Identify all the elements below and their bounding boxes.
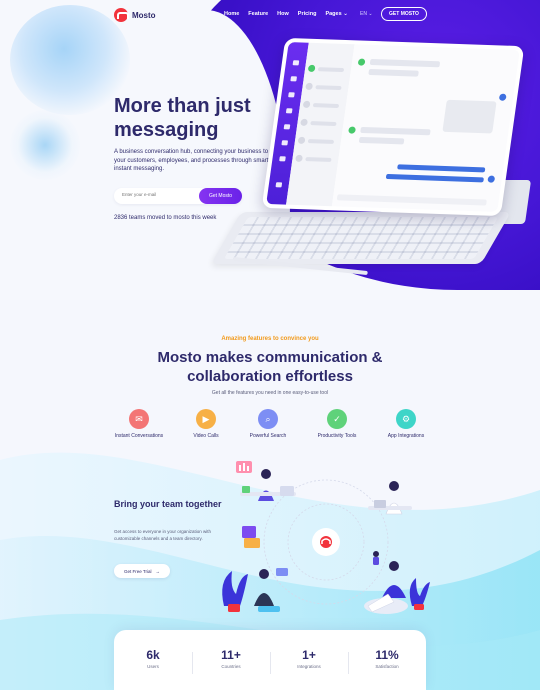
hero-title: More than just messaging bbox=[114, 95, 251, 141]
stat-label: Integrations bbox=[297, 664, 321, 669]
stat-satisfaction: 11% Satisfaction bbox=[348, 648, 426, 669]
stat-value: 6k bbox=[146, 648, 160, 662]
chevron-down-icon: ⌄ bbox=[368, 11, 373, 17]
nav-link-pages-label: Pages bbox=[325, 11, 342, 17]
nav-link-feature[interactable]: Feature bbox=[248, 11, 268, 17]
features-title: Mosto makes communication & collaboratio… bbox=[157, 349, 383, 385]
stat-users: 6k Users bbox=[114, 648, 192, 669]
chevron-down-icon: ⌄ bbox=[343, 11, 348, 17]
nav-links: Home Feature How Pricing Pages ⌄ bbox=[224, 11, 348, 17]
email-signup-form: Get Mosto bbox=[114, 188, 242, 204]
feature-video-calls[interactable]: ▶ Video Calls bbox=[174, 409, 238, 439]
team-title: Bring your team together bbox=[114, 499, 222, 509]
features-subtitle: Get all the features you need in one eas… bbox=[211, 390, 329, 396]
top-nav: Mosto Home Feature How Pricing Pages ⌄ E… bbox=[0, 0, 540, 30]
email-input[interactable] bbox=[122, 192, 192, 197]
stat-value: 1+ bbox=[302, 648, 316, 662]
teams-moved-note: 2836 teams moved to mosto this week bbox=[114, 215, 217, 221]
nav-link-pricing[interactable]: Pricing bbox=[298, 11, 317, 17]
video-icon: ▶ bbox=[196, 409, 216, 429]
integration-icon: ⚙ bbox=[396, 409, 416, 429]
get-mosto-nav-button[interactable]: GET MOSTO bbox=[381, 7, 427, 21]
brand-logo[interactable]: Mosto bbox=[114, 8, 156, 22]
decor-bubble bbox=[10, 110, 80, 180]
features-eyebrow: Amazing features to convince you bbox=[221, 336, 319, 342]
chat-icon: ✉ bbox=[129, 409, 149, 429]
feature-label: Video Calls bbox=[193, 433, 219, 439]
get-mosto-button[interactable]: Get Mosto bbox=[199, 188, 242, 204]
feature-list: ✉ Instant Conversations ▶ Video Calls ⌕ … bbox=[110, 409, 430, 449]
feature-productivity-tools[interactable]: ✓ Productivity Tools bbox=[305, 409, 369, 439]
brand-name: Mosto bbox=[132, 10, 156, 20]
stat-value: 11% bbox=[375, 648, 399, 662]
stat-label: Countries bbox=[221, 664, 241, 669]
feature-label: Instant Conversations bbox=[114, 433, 164, 439]
feature-app-integrations[interactable]: ⚙ App Integrations bbox=[374, 409, 438, 439]
tools-icon: ✓ bbox=[327, 409, 347, 429]
feature-powerful-search[interactable]: ⌕ Powerful Search bbox=[236, 409, 300, 439]
hero-description: A business conversation hub, connecting … bbox=[114, 149, 269, 172]
feature-instant-conversations[interactable]: ✉ Instant Conversations bbox=[107, 409, 171, 439]
stat-integrations: 1+ Integrations bbox=[270, 648, 348, 669]
stat-countries: 11+ Countries bbox=[192, 648, 270, 669]
language-label: EN bbox=[360, 11, 367, 17]
language-selector[interactable]: EN ⌄ bbox=[360, 11, 373, 17]
feature-label: Powerful Search bbox=[249, 433, 287, 439]
team-illustration bbox=[222, 461, 430, 614]
team-description: Get access to everyone in your organizat… bbox=[114, 529, 212, 541]
stat-label: Satisfaction bbox=[375, 664, 399, 669]
chat-panel bbox=[331, 44, 520, 212]
feature-label: App Integrations bbox=[387, 433, 425, 439]
free-trial-label: Get Free Trial bbox=[123, 568, 152, 574]
arrow-right-icon: → bbox=[155, 568, 161, 574]
logo-icon bbox=[114, 8, 129, 22]
stat-value: 11+ bbox=[221, 648, 241, 662]
nav-link-home[interactable]: Home bbox=[224, 11, 239, 17]
get-free-trial-button[interactable]: Get Free Trial → bbox=[114, 564, 170, 578]
tablet-illustration bbox=[261, 37, 525, 217]
nav-link-how[interactable]: How bbox=[277, 11, 289, 17]
keyboard-illustration bbox=[210, 212, 512, 264]
stats-card: 6k Users 11+ Countries 1+ Integrations 1… bbox=[114, 630, 426, 690]
nav-link-pages[interactable]: Pages ⌄ bbox=[325, 11, 347, 17]
search-icon: ⌕ bbox=[258, 409, 278, 429]
feature-label: Productivity Tools bbox=[317, 433, 357, 439]
stat-label: Users bbox=[147, 664, 159, 669]
